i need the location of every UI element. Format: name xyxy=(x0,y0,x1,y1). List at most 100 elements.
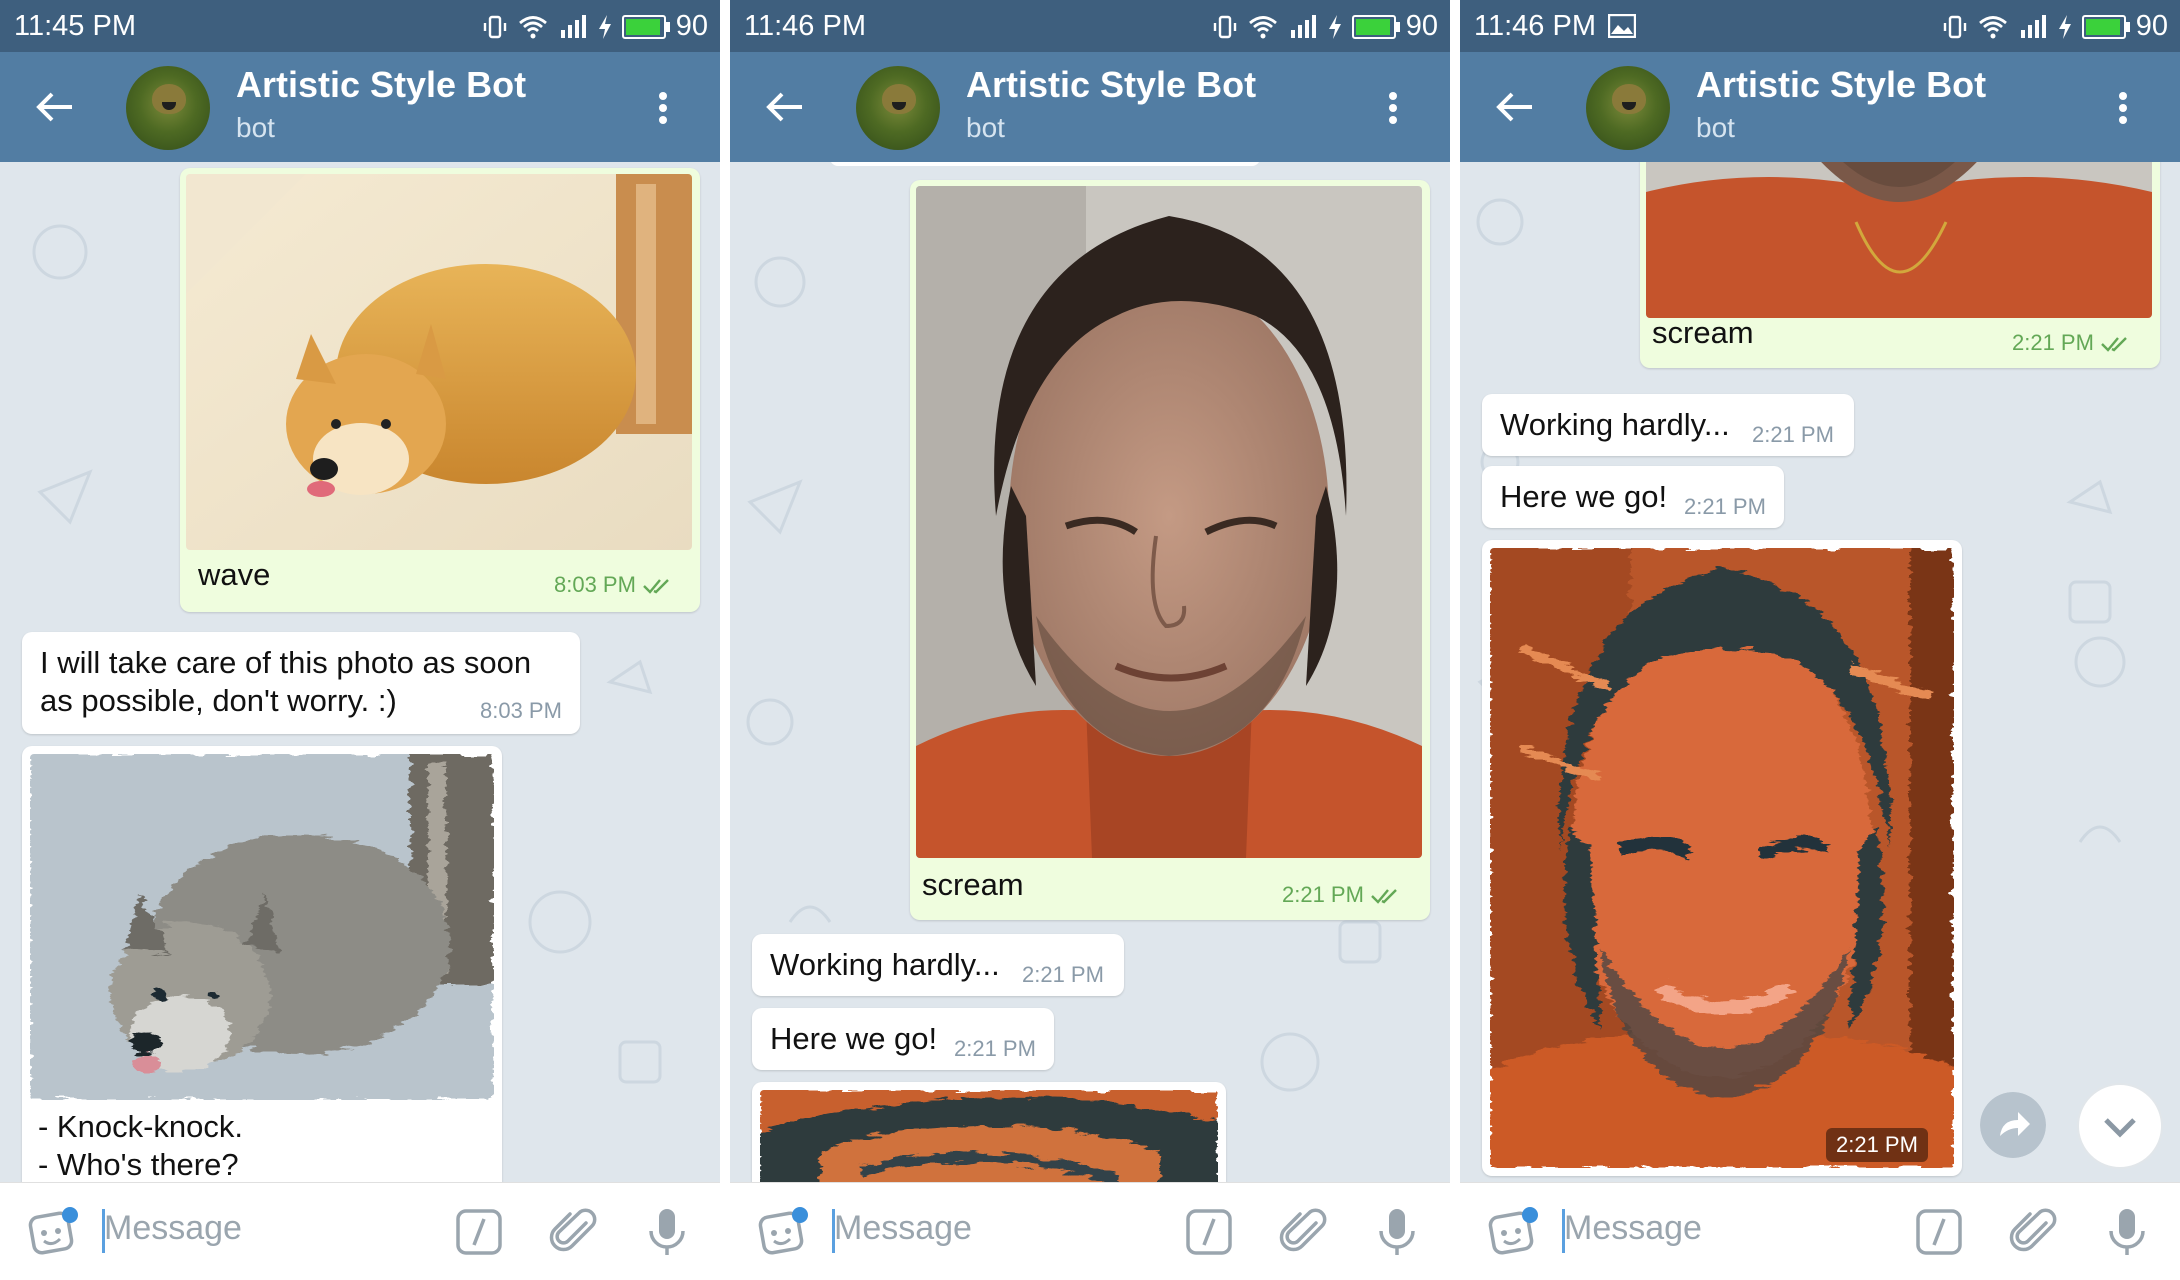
attach-icon[interactable] xyxy=(2008,1205,2062,1259)
avatar[interactable] xyxy=(856,66,940,150)
message-composer: Message xyxy=(0,1182,720,1280)
status-bar: 11:45 PM 90 xyxy=(0,0,720,52)
chat-subtitle: bot xyxy=(966,112,1005,143)
more-vert-icon[interactable] xyxy=(2108,88,2138,128)
message-photo-scream[interactable]: scream 2:21 PM xyxy=(910,180,1430,920)
read-checks-icon xyxy=(642,577,672,595)
attach-icon[interactable] xyxy=(1278,1205,1332,1259)
previous-message-edge xyxy=(830,162,1260,166)
status-bar: 11:46 PM 90 xyxy=(1460,0,2180,52)
bot-command-icon[interactable] xyxy=(1182,1205,1236,1259)
chat-screen-2: 11:46 PM 90 Artistic Style Bot bot screa… xyxy=(730,0,1450,1280)
wifi-icon xyxy=(518,15,547,38)
sticker-icon[interactable] xyxy=(26,1205,80,1259)
selfie-photo[interactable] xyxy=(1646,162,2152,318)
battery-icon xyxy=(1351,14,1400,39)
message-photo-scream[interactable]: scream 2:21 PM xyxy=(1640,162,2160,368)
message-line-2: as possible, don't worry. :) xyxy=(40,683,397,718)
message-text[interactable]: Here we go! 2:21 PM xyxy=(752,1008,1054,1070)
message-time: 2:21 PM xyxy=(1282,882,1400,908)
more-vert-icon[interactable] xyxy=(648,88,678,128)
chat-title[interactable]: Artistic Style Bot xyxy=(236,64,526,106)
stylized-dog-photo[interactable] xyxy=(30,754,494,1100)
signal-icon xyxy=(560,14,586,38)
message-text[interactable]: Working hardly... 2:21 PM xyxy=(1482,394,1854,456)
vibrate-icon xyxy=(483,15,506,38)
status-bar: 11:46 PM 90 xyxy=(730,0,1450,52)
message-text[interactable]: Working hardly... 2:21 PM xyxy=(752,934,1124,996)
chat-screen-3: 11:46 PM 90 Artistic Style Bot bot screa… xyxy=(1460,0,2180,1280)
message-caption: scream xyxy=(922,867,1024,902)
charging-icon xyxy=(2058,14,2071,39)
microphone-icon[interactable] xyxy=(2100,1205,2154,1259)
share-icon[interactable] xyxy=(1980,1092,2046,1158)
selfie-photo[interactable] xyxy=(916,186,1422,858)
message-photo-result[interactable] xyxy=(752,1082,1226,1182)
message-body: Working hardly... xyxy=(1500,407,1730,442)
message-caption: wave xyxy=(198,557,271,592)
shiba-photo[interactable] xyxy=(186,174,692,550)
back-arrow-icon[interactable] xyxy=(1490,82,1540,132)
message-input[interactable]: Message xyxy=(1564,1209,1702,1248)
stylized-selfie-photo[interactable] xyxy=(760,1090,1218,1182)
battery-level: 90 xyxy=(675,10,708,42)
message-body: Here we go! xyxy=(770,1021,938,1056)
vibrate-icon xyxy=(1213,15,1236,38)
message-time: 2:21 PM xyxy=(1022,962,1104,987)
battery-level: 90 xyxy=(2135,10,2168,42)
message-time: 2:21 PM xyxy=(1752,422,1834,447)
chat-title[interactable]: Artistic Style Bot xyxy=(966,64,1256,106)
message-photo-wave[interactable]: wave 8:03 PM xyxy=(180,168,700,612)
battery-level: 90 xyxy=(1405,10,1438,42)
read-checks-icon xyxy=(2100,335,2130,353)
avatar[interactable] xyxy=(126,66,210,150)
message-photo-result[interactable]: 2:21 PM xyxy=(1482,540,1962,1176)
message-composer: Message xyxy=(1460,1182,2180,1280)
microphone-icon[interactable] xyxy=(640,1205,694,1259)
chat-header: Artistic Style Bot bot xyxy=(1460,52,2180,162)
message-line-1: I will take care of this photo as soon xyxy=(40,645,532,680)
stylized-selfie-photo[interactable] xyxy=(1490,548,1954,1168)
avatar[interactable] xyxy=(1586,66,1670,150)
back-arrow-icon[interactable] xyxy=(760,82,810,132)
message-text[interactable]: I will take care of this photo as soon a… xyxy=(22,632,580,734)
status-time: 11:46 PM xyxy=(1474,10,1596,42)
message-text[interactable]: Here we go! 2:21 PM xyxy=(1482,466,1784,528)
bot-command-icon[interactable] xyxy=(452,1205,506,1259)
message-list[interactable]: scream 2:21 PM Working hardly... 2:21 PM… xyxy=(1460,162,2180,1182)
microphone-icon[interactable] xyxy=(1370,1205,1424,1259)
signal-icon xyxy=(1290,14,1316,38)
chat-subtitle: bot xyxy=(236,112,275,143)
more-vert-icon[interactable] xyxy=(1378,88,1408,128)
photo-time-badge: 2:21 PM xyxy=(1826,1128,1928,1162)
bot-command-icon[interactable] xyxy=(1912,1205,1966,1259)
chevron-down-icon[interactable] xyxy=(2076,1082,2164,1170)
message-time: 2:21 PM xyxy=(954,1036,1036,1061)
sticker-icon[interactable] xyxy=(1486,1205,1540,1259)
image-notification-icon xyxy=(1608,14,1636,38)
read-checks-icon xyxy=(1370,887,1400,905)
back-arrow-icon[interactable] xyxy=(30,82,80,132)
attach-icon[interactable] xyxy=(548,1205,602,1259)
message-photo-stylized[interactable]: - Knock-knock. - Who's there? xyxy=(22,746,502,1182)
message-input[interactable]: Message xyxy=(834,1209,972,1248)
chat-title[interactable]: Artistic Style Bot xyxy=(1696,64,1986,106)
message-list[interactable]: scream 2:21 PM Working hardly... 2:21 PM… xyxy=(730,162,1450,1182)
wifi-icon xyxy=(1248,15,1277,38)
message-time-text: 2:21 PM xyxy=(1282,882,1364,907)
battery-icon xyxy=(2081,14,2130,39)
wifi-icon xyxy=(1978,15,2007,38)
message-line-2: - Who's there? xyxy=(38,1147,239,1182)
message-time: 8:03 PM xyxy=(480,698,562,723)
vibrate-icon xyxy=(1943,15,1966,38)
sticker-icon[interactable] xyxy=(756,1205,810,1259)
status-time: 11:46 PM xyxy=(744,10,866,42)
message-list[interactable]: wave 8:03 PM I will take care of this ph… xyxy=(0,162,720,1182)
charging-icon xyxy=(598,14,611,39)
message-body: Here we go! xyxy=(1500,479,1668,514)
message-caption: scream xyxy=(1652,315,1754,350)
message-input[interactable]: Message xyxy=(104,1209,242,1248)
charging-icon xyxy=(1328,14,1341,39)
chat-subtitle: bot xyxy=(1696,112,1735,143)
chat-header: Artistic Style Bot bot xyxy=(730,52,1450,162)
